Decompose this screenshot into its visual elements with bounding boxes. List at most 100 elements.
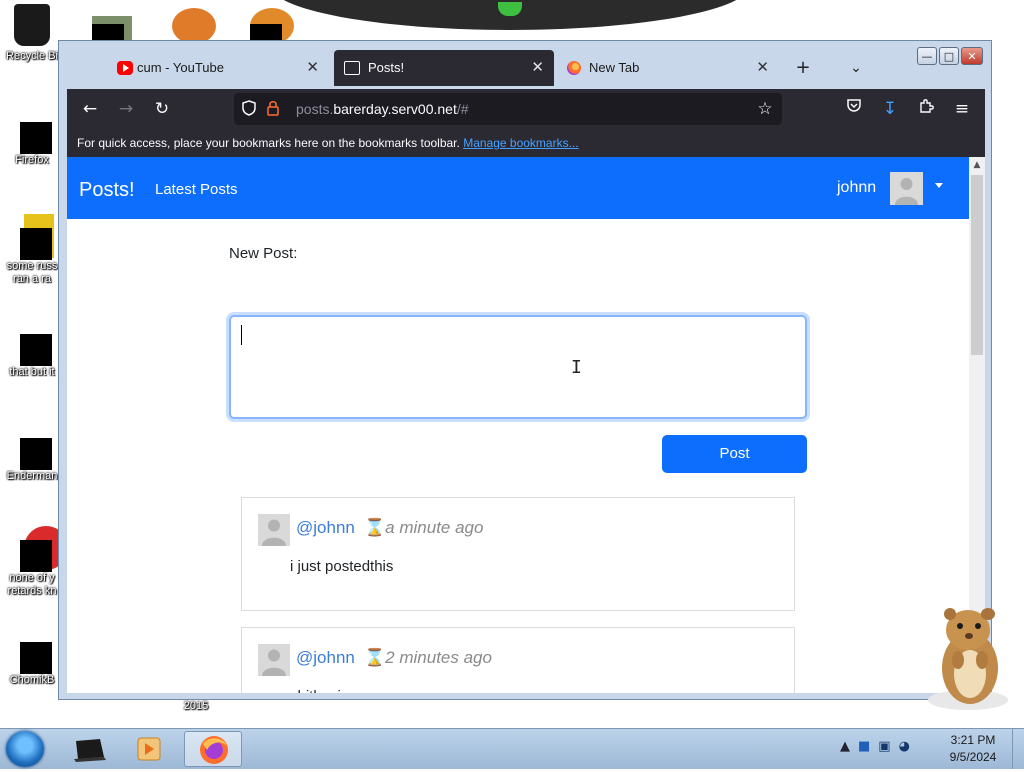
clock-time: 3:21 PM bbox=[950, 733, 996, 747]
desktop-icon-label: some russ ran a ra bbox=[6, 260, 58, 285]
post-card: @johnn ⌛a minute ago i just postedthis bbox=[241, 497, 795, 611]
hourglass-icon: ⌛ bbox=[364, 648, 386, 667]
back-arrow-icon[interactable]: ← bbox=[77, 97, 103, 121]
bookmarks-toolbar: For quick access, place your bookmarks h… bbox=[67, 129, 985, 157]
tab-strip: cum - YouTube ✕ Posts! ✕ New Tab ✕ + ⌄ bbox=[67, 47, 967, 87]
chevron-down-icon[interactable] bbox=[935, 183, 943, 188]
media-player-icon bbox=[137, 737, 161, 761]
video-file-icon bbox=[10, 214, 54, 260]
close-tab-icon[interactable]: ✕ bbox=[531, 50, 544, 86]
recycle-bin-icon bbox=[10, 4, 54, 48]
taskbar: ▲ ■ ▣ ◕ 3:21 PM 9/5/2024 bbox=[0, 728, 1024, 769]
clock-date: 9/5/2024 bbox=[949, 750, 997, 764]
firefox-icon bbox=[200, 736, 228, 764]
terminal-icon bbox=[74, 739, 106, 762]
post-button[interactable]: Post bbox=[662, 435, 807, 473]
text-cursor-icon: I bbox=[571, 357, 582, 378]
new-post-textarea[interactable] bbox=[229, 315, 807, 419]
desktop-icon-chomik[interactable]: ChomikB bbox=[0, 628, 64, 687]
page-icon bbox=[344, 61, 360, 75]
tab-title: cum - YouTube bbox=[137, 60, 224, 75]
post-timestamp: ⌛2 minutes ago bbox=[364, 648, 492, 667]
desktop-tile bbox=[172, 8, 216, 44]
desktop-icon-label: Firefox bbox=[15, 154, 49, 166]
hourglass-icon: ⌛ bbox=[364, 518, 386, 537]
desktop-icon-opera[interactable]: none of y retards kn bbox=[0, 526, 68, 598]
file-icon bbox=[10, 424, 54, 470]
desktop-icon-enderman[interactable]: Enderman bbox=[0, 424, 64, 483]
browser-window: — □ ✕ cum - YouTube ✕ Posts! ✕ New Tab ✕… bbox=[58, 40, 992, 700]
text-caret bbox=[241, 325, 242, 345]
hamster-image bbox=[920, 600, 1020, 712]
youtube-icon bbox=[117, 61, 133, 75]
tab-youtube[interactable]: cum - YouTube ✕ bbox=[67, 50, 329, 86]
avatar bbox=[258, 514, 290, 546]
url-text[interactable]: posts.barerday.serv00.net/# bbox=[296, 93, 469, 125]
lock-icon[interactable] bbox=[264, 100, 282, 118]
tab-list-chevron-icon[interactable]: ⌄ bbox=[841, 50, 871, 86]
tray-app-icon[interactable]: ■ bbox=[858, 739, 870, 754]
address-bar[interactable]: posts.barerday.serv00.net/# ☆ bbox=[234, 93, 782, 125]
shield-icon[interactable] bbox=[240, 100, 258, 118]
desktop-icon-label: ChomikB bbox=[9, 674, 55, 686]
tab-title: Posts! bbox=[368, 60, 405, 75]
desktop-icon-firefox[interactable]: Firefox bbox=[0, 108, 64, 167]
monitor-icon[interactable]: ▣ bbox=[878, 739, 890, 754]
desktop-icon-label: Recycle Bi bbox=[6, 50, 58, 62]
site-navbar: Posts! Latest Posts johnn bbox=[67, 157, 969, 219]
user-menu-name[interactable]: johnn bbox=[837, 157, 876, 219]
desktop-icon-label: Enderman bbox=[6, 470, 58, 482]
menu-hamburger-icon[interactable]: ≡ bbox=[949, 97, 975, 121]
latest-posts-link[interactable]: Latest Posts bbox=[155, 157, 238, 223]
tab-title: New Tab bbox=[589, 60, 640, 75]
desktop-icon-label: that but it bbox=[9, 366, 55, 378]
desktop-icon-stray-label: 2015 bbox=[164, 698, 228, 713]
close-tab-icon[interactable]: ✕ bbox=[306, 50, 319, 86]
desktop-icon-folder[interactable]: that but it bbox=[0, 320, 64, 379]
site-brand[interactable]: Posts! bbox=[79, 157, 135, 223]
desktop-icon-recycle-bin[interactable]: Recycle Bi bbox=[0, 4, 64, 63]
taskbar-app-terminal[interactable] bbox=[60, 731, 118, 767]
scroll-up-icon[interactable]: ▲ bbox=[969, 157, 985, 173]
system-tray: ▲ ■ ▣ ◕ bbox=[840, 739, 910, 754]
taskbar-app-firefox[interactable] bbox=[184, 731, 242, 767]
close-tab-icon[interactable]: ✕ bbox=[756, 50, 769, 86]
wallpaper-shape bbox=[270, 0, 750, 30]
show-desktop-button[interactable] bbox=[1012, 729, 1024, 769]
avatar[interactable] bbox=[890, 172, 923, 205]
download-icon[interactable]: ↧ bbox=[877, 97, 903, 121]
post-author-link[interactable]: @johnn bbox=[296, 648, 355, 668]
file-icon bbox=[10, 320, 54, 366]
post-author-link[interactable]: @johnn bbox=[296, 518, 355, 538]
reload-icon[interactable]: ↻ bbox=[149, 97, 175, 121]
desktop-icon-label: none of y retards kn bbox=[7, 572, 57, 597]
post-card: @johnn ⌛2 minutes ago shitbpsing bbox=[241, 627, 795, 693]
hamster-icon bbox=[10, 628, 54, 674]
tab-posts[interactable]: Posts! ✕ bbox=[334, 50, 554, 86]
avatar bbox=[258, 644, 290, 676]
manage-bookmarks-link[interactable]: Manage bookmarks... bbox=[463, 136, 578, 150]
post-timestamp: ⌛a minute ago bbox=[364, 518, 484, 537]
forward-arrow-icon[interactable]: → bbox=[113, 97, 139, 121]
firefox-icon bbox=[10, 108, 54, 154]
post-body: shitbpsing bbox=[290, 688, 358, 693]
opera-icon bbox=[10, 526, 68, 572]
tab-new-tab[interactable]: New Tab ✕ bbox=[559, 50, 779, 86]
nav-toolbar: ← → ↻ posts.barerday.serv00.net/# ☆ ↧ ≡ bbox=[67, 89, 985, 129]
scrollbar-thumb[interactable] bbox=[971, 175, 983, 355]
taskbar-clock[interactable]: 3:21 PM 9/5/2024 bbox=[940, 732, 1006, 766]
post-body: i just postedthis bbox=[290, 558, 394, 575]
new-tab-plus-icon[interactable]: + bbox=[788, 50, 818, 86]
page-viewport: Posts! Latest Posts johnn New Post: I Po… bbox=[67, 157, 969, 693]
firefox-icon bbox=[567, 61, 581, 75]
volume-icon[interactable]: ◕ bbox=[899, 739, 910, 754]
new-post-label: New Post: bbox=[229, 245, 298, 262]
taskbar-app-media[interactable] bbox=[120, 731, 178, 767]
desktop-icon-video[interactable]: some russ ran a ra bbox=[0, 214, 64, 286]
tray-expand-icon[interactable]: ▲ bbox=[840, 739, 850, 754]
bookmark-star-icon[interactable]: ☆ bbox=[756, 100, 774, 118]
pocket-icon[interactable] bbox=[841, 97, 867, 121]
desktop-icon-label: 2015 bbox=[183, 700, 209, 712]
extensions-icon[interactable] bbox=[913, 97, 939, 121]
start-button[interactable] bbox=[6, 731, 44, 767]
